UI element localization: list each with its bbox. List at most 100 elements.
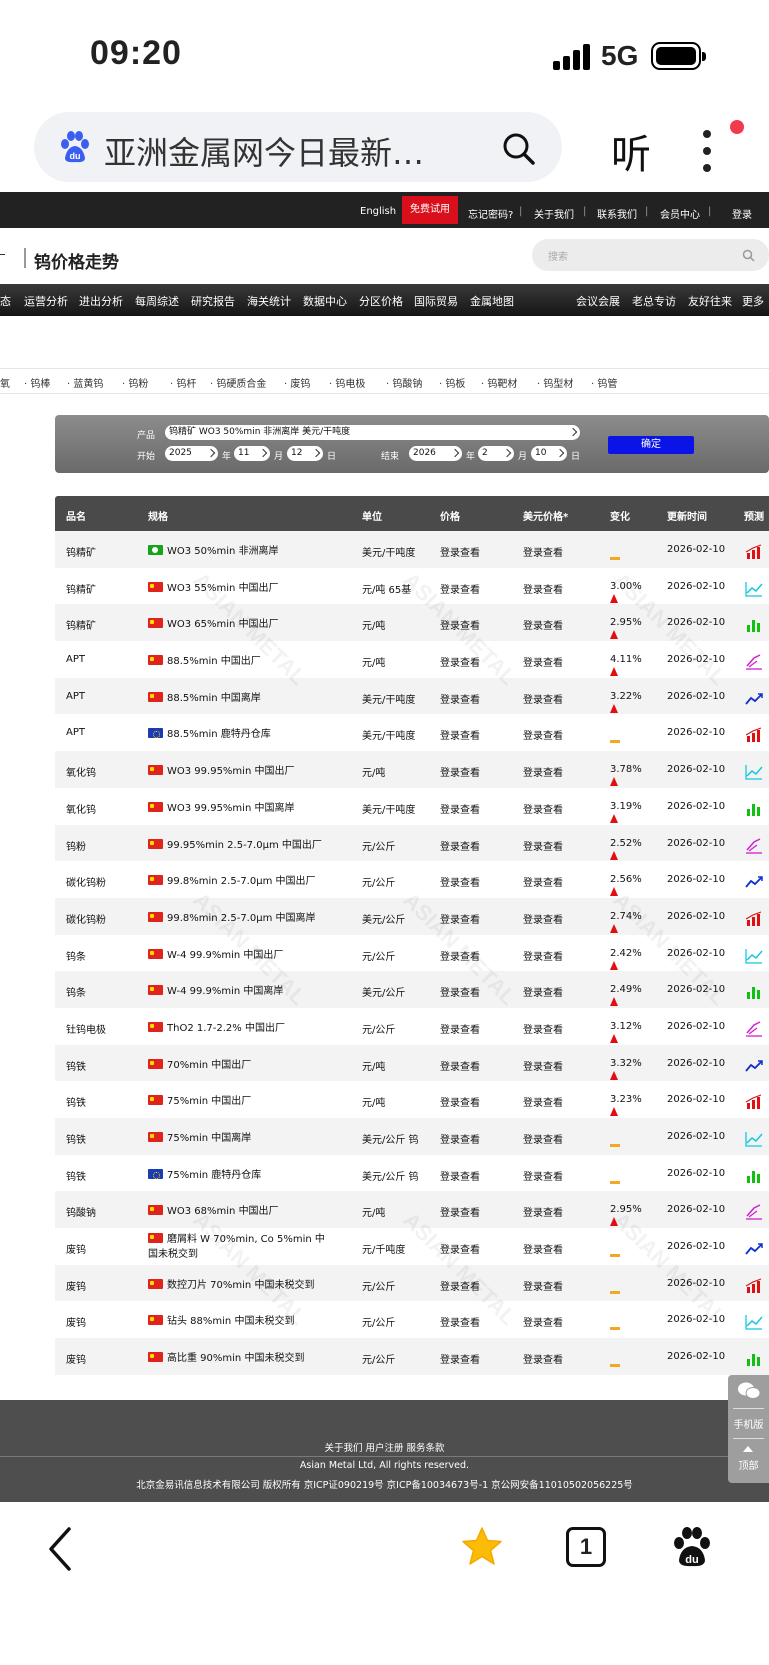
- nav-item[interactable]: 运营分析: [24, 293, 68, 309]
- nav-item[interactable]: 进出分析: [79, 293, 123, 309]
- usd-price-login-link[interactable]: 登录查看: [523, 1314, 563, 1329]
- usd-price-login-link[interactable]: 登录查看: [523, 1094, 563, 1109]
- forecast-chart-icon[interactable]: [745, 654, 763, 670]
- nav-item[interactable]: 国际贸易: [414, 293, 458, 309]
- usd-price-login-link[interactable]: 登录查看: [523, 544, 563, 559]
- price-login-link[interactable]: 登录查看: [440, 581, 480, 596]
- forecast-chart-icon[interactable]: [745, 1351, 763, 1367]
- category-item[interactable]: · 钨管: [591, 375, 617, 390]
- usd-price-login-link[interactable]: 登录查看: [523, 1241, 563, 1256]
- table-row[interactable]: 钨铁 75%min 鹿特丹仓库 美元/公斤 钨 登录查看 登录查看 2026-02-10: [55, 1155, 769, 1192]
- category-item[interactable]: · 钨粉: [122, 375, 148, 390]
- table-row[interactable]: 废钨 高比重 90%min 中国未税交到 元/公斤 登录查看 登录查看 2026-02-1…: [55, 1338, 769, 1375]
- back-icon[interactable]: [45, 1525, 75, 1573]
- tabs-count-button[interactable]: 1: [566, 1527, 606, 1567]
- nav-item[interactable]: 金属地图: [470, 293, 514, 309]
- price-login-link[interactable]: 登录查看: [440, 1094, 480, 1109]
- price-login-link[interactable]: 登录查看: [440, 1131, 480, 1146]
- table-row[interactable]: 钨精矿 WO3 55%min 中国出厂 元/吨 65基 登录查看 登录查看 3.00% 20…: [55, 568, 769, 605]
- table-row[interactable]: 钨铁 75%min 中国离岸 美元/公斤 钨 登录查看 登录查看 2026-02-10: [55, 1118, 769, 1155]
- table-row[interactable]: 钍钨电极 ThO2 1.7-2.2% 中国出厂 元/公斤 登录查看 登录查看 3.12% 2…: [55, 1008, 769, 1045]
- table-row[interactable]: APT 88.5%min 中国离岸 美元/干吨度 登录查看 登录查看 3.22% 2026-…: [55, 677, 769, 715]
- about-us-link[interactable]: 关于我们: [534, 206, 574, 221]
- price-login-link[interactable]: 登录查看: [440, 764, 480, 779]
- nav-item[interactable]: 海关统计: [247, 293, 291, 309]
- nav-item[interactable]: 分区价格: [359, 293, 403, 309]
- end-day-select[interactable]: 10: [531, 446, 567, 461]
- price-login-link[interactable]: 登录查看: [440, 1241, 480, 1256]
- forecast-chart-icon[interactable]: [745, 948, 763, 964]
- usd-price-login-link[interactable]: 登录查看: [523, 727, 563, 742]
- end-year-select[interactable]: 2026: [409, 446, 462, 461]
- more-options-icon[interactable]: [702, 130, 712, 172]
- table-row[interactable]: APT 88.5%min 鹿特丹仓库 美元/干吨度 登录查看 登录查看 2026-02-1…: [55, 714, 769, 751]
- usd-price-login-link[interactable]: 登录查看: [523, 691, 563, 706]
- price-login-link[interactable]: 登录查看: [440, 617, 480, 632]
- forecast-chart-icon[interactable]: [745, 1131, 763, 1147]
- listen-button[interactable]: 听: [611, 122, 651, 180]
- forecast-chart-icon[interactable]: [745, 764, 763, 780]
- price-login-link[interactable]: 登录查看: [440, 1204, 480, 1219]
- table-row[interactable]: 废钨 钻头 88%min 中国未税交到 元/公斤 登录查看 登录查看 2026-02-10: [55, 1301, 769, 1338]
- start-year-select[interactable]: 2025: [165, 446, 218, 461]
- member-center-link[interactable]: 会员中心: [660, 206, 700, 221]
- forecast-chart-icon[interactable]: [745, 984, 763, 1000]
- mobile-version-link[interactable]: 手机版: [728, 1416, 769, 1431]
- table-row[interactable]: 钨粉 99.95%min 2.5-7.0μm 中国出厂 元/公斤 登录查看 登录查看 2.…: [55, 824, 769, 862]
- forecast-chart-icon[interactable]: [745, 874, 763, 890]
- price-login-link[interactable]: 登录查看: [440, 691, 480, 706]
- forgot-password-link[interactable]: 忘记密码?: [468, 206, 513, 221]
- category-item[interactable]: · 钨板: [439, 375, 465, 390]
- category-item[interactable]: · 钨靶材: [481, 375, 517, 390]
- forecast-chart-icon[interactable]: [745, 1021, 763, 1037]
- usd-price-login-link[interactable]: 登录查看: [523, 801, 563, 816]
- price-login-link[interactable]: 登录查看: [440, 727, 480, 742]
- price-login-link[interactable]: 登录查看: [440, 1314, 480, 1329]
- search-query-text[interactable]: 亚洲金属网今日最新…: [104, 128, 424, 174]
- forecast-chart-icon[interactable]: [745, 1241, 763, 1257]
- forecast-chart-icon[interactable]: [745, 617, 763, 633]
- usd-price-login-link[interactable]: 登录查看: [523, 1351, 563, 1366]
- usd-price-login-link[interactable]: 登录查看: [523, 1204, 563, 1219]
- nav-item[interactable]: 态: [0, 293, 11, 309]
- start-month-select[interactable]: 11: [234, 446, 270, 461]
- contact-us-link[interactable]: 联系我们: [597, 206, 637, 221]
- table-row[interactable]: 废钨 数控刀片 70%min 中国未税交到 元/公斤 登录查看 登录查看 2026-02-…: [55, 1264, 769, 1302]
- forecast-chart-icon[interactable]: [745, 581, 763, 597]
- forecast-chart-icon[interactable]: [745, 691, 763, 707]
- table-row[interactable]: 碳化钨粉 99.8%min 2.5-7.0μm 中国出厂 元/公斤 登录查看 登录查看 2…: [55, 861, 769, 898]
- forecast-chart-icon[interactable]: [745, 1204, 763, 1221]
- nav-item[interactable]: 友好往来: [688, 293, 732, 309]
- table-row[interactable]: 钨精矿 WO3 50%min 非洲离岸 美元/干吨度 登录查看 登录查看 2026-02-…: [55, 531, 769, 568]
- table-row[interactable]: 钨精矿 WO3 65%min 中国出厂 元/吨 登录查看 登录查看 2.95% 2026-0…: [55, 604, 769, 642]
- category-item[interactable]: · 蓝黄钨: [67, 375, 103, 390]
- forecast-chart-icon[interactable]: [745, 837, 763, 854]
- usd-price-login-link[interactable]: 登录查看: [523, 1278, 563, 1293]
- usd-price-login-link[interactable]: 登录查看: [523, 1058, 563, 1073]
- table-row[interactable]: 废钨 磨屑料 W 70%min, Co 5%min 中国未税交到 元/千吨度 登录查看…: [55, 1228, 769, 1265]
- nav-item[interactable]: 老总专访: [632, 293, 676, 309]
- table-row[interactable]: 钨条 W-4 99.9%min 中国离岸 美元/公斤 登录查看 登录查看 2.49% 202…: [55, 971, 769, 1008]
- star-icon[interactable]: [461, 1526, 503, 1568]
- free-trial-button[interactable]: 免费试用: [402, 196, 458, 224]
- price-login-link[interactable]: 登录查看: [440, 838, 480, 853]
- nav-item[interactable]: 每周综述: [135, 293, 179, 309]
- category-item[interactable]: · 钨棒: [24, 375, 50, 390]
- nav-item[interactable]: 会议会展: [576, 293, 620, 309]
- usd-price-login-link[interactable]: 登录查看: [523, 581, 563, 596]
- usd-price-login-link[interactable]: 登录查看: [523, 911, 563, 926]
- nav-item[interactable]: 更多: [742, 293, 764, 309]
- price-login-link[interactable]: 登录查看: [440, 874, 480, 889]
- price-login-link[interactable]: 登录查看: [440, 1021, 480, 1036]
- usd-price-login-link[interactable]: 登录查看: [523, 617, 563, 632]
- price-login-link[interactable]: 登录查看: [440, 801, 480, 816]
- usd-price-login-link[interactable]: 登录查看: [523, 948, 563, 963]
- price-login-link[interactable]: 登录查看: [440, 911, 480, 926]
- category-item[interactable]: · 钨杆: [170, 375, 196, 390]
- table-row[interactable]: 钨铁 70%min 中国出厂 元/吨 登录查看 登录查看 3.32% 2026-02-10: [55, 1044, 769, 1082]
- price-login-link[interactable]: 登录查看: [440, 1351, 480, 1366]
- category-item[interactable]: · 钨酸钠: [386, 375, 422, 390]
- forecast-chart-icon[interactable]: [745, 1094, 763, 1110]
- login-link[interactable]: 登录: [732, 206, 752, 221]
- search-icon[interactable]: [742, 249, 755, 262]
